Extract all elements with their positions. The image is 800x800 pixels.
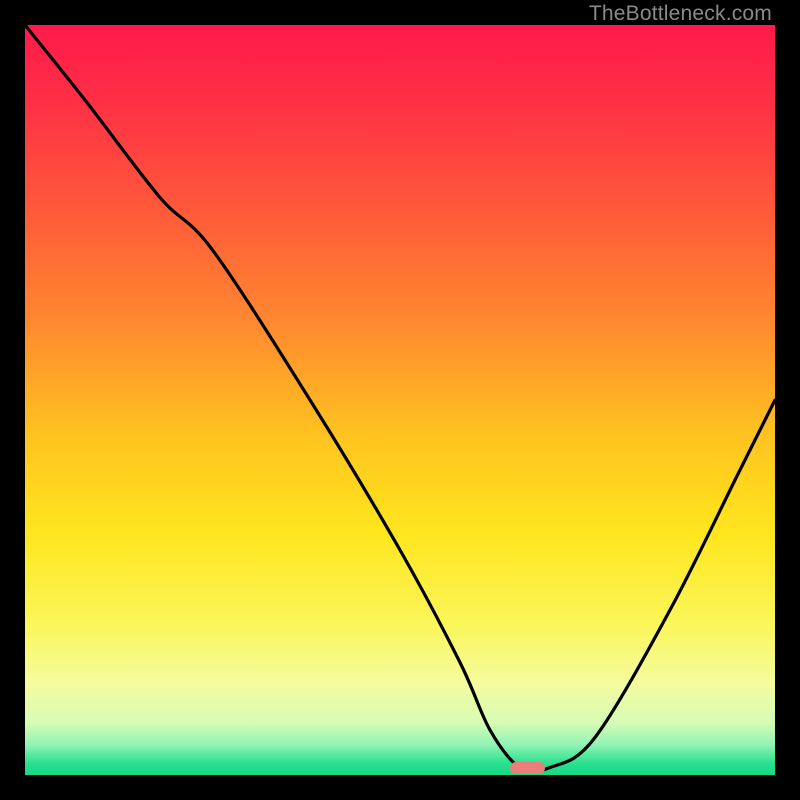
optimal-marker xyxy=(510,762,545,774)
bottleneck-curve xyxy=(25,25,775,775)
chart-frame: TheBottleneck.com xyxy=(0,0,800,800)
watermark-text: TheBottleneck.com xyxy=(589,2,772,26)
plot-area xyxy=(25,25,775,775)
